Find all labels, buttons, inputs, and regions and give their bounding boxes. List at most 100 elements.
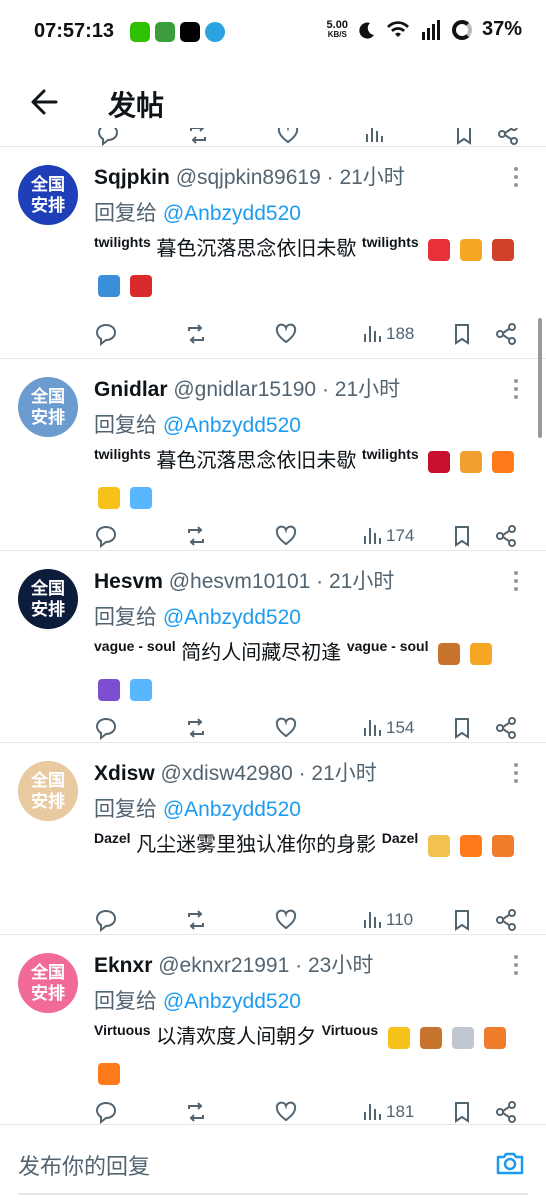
repost-icon[interactable] bbox=[184, 319, 208, 349]
post-header: Gnidlar @gnidlar15190 · 21小时 bbox=[94, 373, 400, 403]
deco-text-right: twilights bbox=[361, 234, 419, 250]
flag-emoji bbox=[130, 274, 152, 297]
deco-text-right: twilights bbox=[361, 446, 419, 462]
views-count: 174 bbox=[386, 526, 415, 545]
views-count: 110 bbox=[386, 910, 414, 929]
sunflower-emoji bbox=[98, 486, 120, 509]
reply-icon[interactable] bbox=[94, 1097, 118, 1127]
user-handle[interactable]: @gnidlar15190 bbox=[173, 378, 316, 401]
reply-composer[interactable]: 发布你的回复 bbox=[0, 1124, 546, 1201]
share-icon[interactable] bbox=[494, 1097, 518, 1127]
post-body: 凡尘迷雾里独认准你的身影 bbox=[136, 834, 377, 856]
views-button[interactable]: 188 bbox=[362, 319, 414, 349]
status-bar: 07:57:13 5.00 KB/S 37% bbox=[0, 0, 546, 62]
reply-post[interactable]: 全国安排 Hesvm @hesvm10101 · 21小时 回复给 @Anbzy… bbox=[0, 550, 546, 743]
repost-icon[interactable] bbox=[186, 128, 210, 146]
reply-icon[interactable] bbox=[94, 521, 118, 551]
avatar[interactable]: 全国安排 bbox=[18, 165, 78, 225]
user-handle[interactable]: @sqjpkin89619 bbox=[176, 166, 321, 189]
scrollbar[interactable] bbox=[538, 318, 542, 438]
views-button[interactable]: 110 bbox=[362, 905, 413, 935]
bookmark-icon[interactable] bbox=[452, 319, 472, 349]
bookmark-icon[interactable] bbox=[452, 713, 472, 743]
reply-mention-link[interactable]: @Anbzydd520 bbox=[163, 202, 301, 225]
battery-icon bbox=[451, 19, 472, 40]
post-actions: 174 bbox=[94, 521, 524, 551]
gift-emoji bbox=[460, 450, 483, 473]
like-icon[interactable] bbox=[274, 1097, 298, 1127]
post-header: Xdisw @xdisw42980 · 21小时 bbox=[94, 757, 377, 787]
reply-mention-link[interactable]: @Anbzydd520 bbox=[163, 414, 301, 437]
bookmark-icon[interactable] bbox=[454, 128, 474, 146]
avatar[interactable]: 全国安排 bbox=[18, 761, 78, 821]
deco-text-right: Virtuous bbox=[321, 1022, 379, 1038]
repost-icon[interactable] bbox=[184, 905, 208, 935]
rainbow-emoji bbox=[460, 238, 483, 261]
like-icon[interactable] bbox=[276, 128, 300, 146]
share-icon[interactable] bbox=[494, 319, 518, 349]
more-options-icon[interactable] bbox=[514, 955, 520, 979]
display-name[interactable]: Sqjpkin bbox=[94, 166, 170, 189]
umbrella-emoji bbox=[98, 678, 120, 701]
reply-mention-link[interactable]: @Anbzydd520 bbox=[163, 990, 301, 1013]
reply-post[interactable]: 全国安排 Sqjpkin @sqjpkin89619 · 21小时 回复给 @A… bbox=[0, 146, 546, 359]
party-popper-emoji bbox=[491, 834, 514, 857]
display-name[interactable]: Xdisw bbox=[94, 762, 155, 785]
more-options-icon[interactable] bbox=[514, 571, 520, 595]
repost-icon[interactable] bbox=[184, 1097, 208, 1127]
sunflower-emoji bbox=[387, 1026, 410, 1049]
post-time: · 21小时 bbox=[316, 570, 395, 593]
back-arrow-icon[interactable] bbox=[26, 84, 62, 120]
display-name[interactable]: Eknxr bbox=[94, 954, 152, 977]
reply-mention-link[interactable]: @Anbzydd520 bbox=[163, 798, 301, 821]
views-button[interactable]: 181 bbox=[362, 1097, 414, 1127]
reply-mention-link[interactable]: @Anbzydd520 bbox=[163, 606, 301, 629]
user-handle[interactable]: @hesvm10101 bbox=[169, 570, 311, 593]
composer-underline bbox=[18, 1193, 528, 1195]
user-handle[interactable]: @xdisw42980 bbox=[161, 762, 293, 785]
like-icon[interactable] bbox=[274, 319, 298, 349]
views-button[interactable]: 154 bbox=[362, 713, 414, 743]
reply-icon[interactable] bbox=[96, 128, 120, 146]
display-name[interactable]: Hesvm bbox=[94, 570, 163, 593]
reply-to-line: 回复给 @Anbzydd520 bbox=[94, 601, 301, 631]
share-icon[interactable] bbox=[494, 521, 518, 551]
reply-post[interactable]: 全国安排 Gnidlar @gnidlar15190 · 21小时 回复给 @A… bbox=[0, 358, 546, 551]
fallen-leaf-emoji bbox=[419, 1026, 442, 1049]
views-button[interactable]: 174 bbox=[362, 521, 414, 551]
share-icon[interactable] bbox=[494, 905, 518, 935]
bookmark-icon[interactable] bbox=[452, 905, 472, 935]
display-name[interactable]: Gnidlar bbox=[94, 378, 168, 401]
avatar-text: 全国安排 bbox=[31, 771, 65, 811]
user-handle[interactable]: @eknxr21991 bbox=[158, 954, 289, 977]
reply-icon[interactable] bbox=[94, 713, 118, 743]
more-options-icon[interactable] bbox=[514, 167, 520, 191]
more-options-icon[interactable] bbox=[514, 763, 520, 787]
camera-icon[interactable] bbox=[494, 1147, 526, 1179]
like-icon[interactable] bbox=[274, 521, 298, 551]
like-icon[interactable] bbox=[274, 905, 298, 935]
battery-level: 37% bbox=[481, 18, 522, 40]
reply-icon[interactable] bbox=[94, 319, 118, 349]
bookmark-icon[interactable] bbox=[452, 1097, 472, 1127]
views-icon bbox=[362, 524, 384, 548]
reply-post[interactable]: 全国安排 Xdisw @xdisw42980 · 21小时 回复给 @Anbzy… bbox=[0, 742, 546, 935]
share-icon[interactable] bbox=[494, 713, 518, 743]
post-body: 以清欢度人间朝夕 bbox=[156, 1026, 317, 1048]
avatar[interactable]: 全国安排 bbox=[18, 953, 78, 1013]
reply-to-line: 回复给 @Anbzydd520 bbox=[94, 793, 301, 823]
avatar[interactable]: 全国安排 bbox=[18, 569, 78, 629]
reply-input[interactable]: 发布你的回复 bbox=[18, 1149, 150, 1181]
bookmark-icon[interactable] bbox=[452, 521, 472, 551]
repost-icon[interactable] bbox=[184, 521, 208, 551]
share-icon[interactable] bbox=[496, 128, 520, 146]
repost-icon[interactable] bbox=[184, 713, 208, 743]
page-title: 发帖 bbox=[108, 90, 165, 121]
reply-post[interactable]: 全国安排 Eknxr @eknxr21991 · 23小时 回复给 @Anbzy… bbox=[0, 934, 546, 1125]
avatar[interactable]: 全国安排 bbox=[18, 377, 78, 437]
more-options-icon[interactable] bbox=[514, 379, 520, 403]
network-speed: 5.00 KB/S bbox=[327, 19, 348, 40]
reply-icon[interactable] bbox=[94, 905, 118, 935]
like-icon[interactable] bbox=[274, 713, 298, 743]
views-icon[interactable] bbox=[364, 128, 386, 146]
